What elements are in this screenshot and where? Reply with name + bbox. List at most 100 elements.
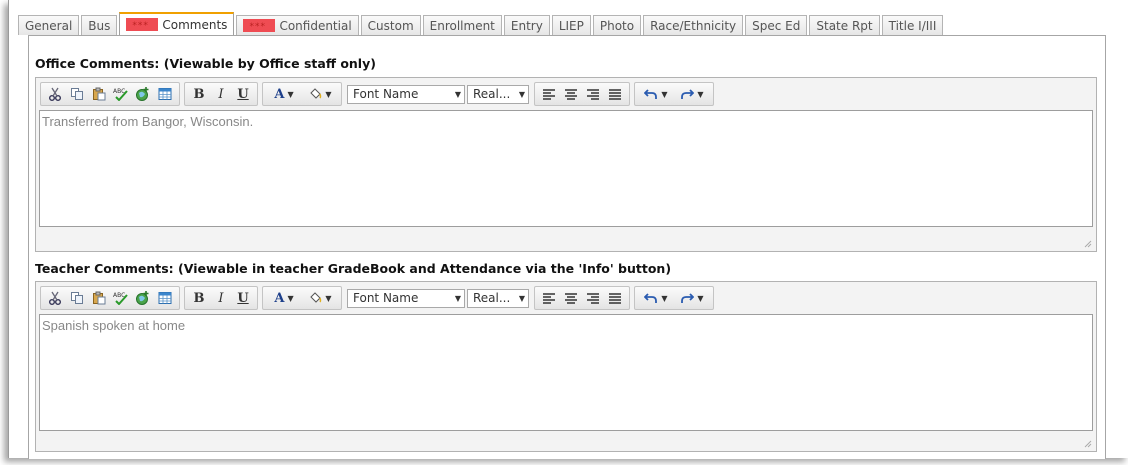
font-name-value: Font Name: [353, 87, 419, 101]
undo-button[interactable]: ▼: [638, 84, 674, 104]
font-name-select[interactable]: Font Name ▼: [347, 84, 465, 104]
dropdown-arrow-icon: ▼: [287, 293, 294, 303]
tab-label: Entry: [510, 18, 543, 33]
insert-link-icon[interactable]: [132, 84, 154, 104]
insert-link-icon[interactable]: [132, 288, 154, 308]
font-size-select[interactable]: Real... ▼: [467, 84, 529, 104]
spellcheck-icon[interactable]: ABC: [110, 288, 132, 308]
dropdown-arrow-icon: ▼: [454, 293, 461, 303]
tab-comments[interactable]: Comments: [119, 12, 235, 36]
redo-icon: [681, 89, 695, 99]
tab-strip: General Bus Comments Confidential Custom…: [18, 12, 945, 37]
tab-general[interactable]: General: [18, 15, 80, 35]
font-size-value: Real...: [473, 291, 511, 305]
undo-icon: [644, 89, 658, 99]
tab-label: Bus: [88, 18, 111, 33]
font-size-value: Real...: [473, 87, 511, 101]
toolbar-group-history: ▼ ▼: [634, 82, 714, 106]
tab-enrollment[interactable]: Enrollment: [422, 15, 502, 35]
tab-bus[interactable]: Bus: [81, 15, 118, 35]
align-center-icon[interactable]: [560, 288, 582, 308]
undo-button[interactable]: ▼: [638, 288, 674, 308]
align-right-icon[interactable]: [582, 288, 604, 308]
cut-icon[interactable]: [44, 84, 66, 104]
paint-bucket-icon: [310, 88, 322, 99]
tab-label: Enrollment: [429, 18, 495, 33]
redo-button[interactable]: ▼: [674, 288, 710, 308]
dropdown-arrow-icon: ▼: [518, 89, 525, 99]
tab-label: General: [25, 18, 73, 33]
font-name-value: Font Name: [353, 291, 419, 305]
tab-label: Race/Ethnicity: [650, 18, 737, 33]
dropdown-arrow-icon: ▼: [454, 89, 461, 99]
toolbar-group-edit: ABC: [40, 286, 180, 310]
toolbar-group-align: [534, 82, 630, 106]
dropdown-arrow-icon: ▼: [518, 293, 525, 303]
paste-icon[interactable]: [88, 84, 110, 104]
align-left-icon[interactable]: [538, 84, 560, 104]
toolbar-group-history: ▼ ▼: [634, 286, 714, 310]
editor-toolbar: ABC B I U A ▼ ▼ Font Name ▼ Real... ▼ ▼ …: [40, 82, 718, 106]
undo-icon: [644, 293, 658, 303]
dropdown-arrow-icon: ▼: [661, 293, 668, 303]
tab-confidential[interactable]: Confidential: [236, 15, 359, 37]
paste-icon[interactable]: [88, 288, 110, 308]
align-right-icon[interactable]: [582, 84, 604, 104]
teacher-comments-textarea[interactable]: Spanish spoken at home: [39, 314, 1093, 431]
teacher-comments-editor: ABC B I U A ▼ ▼ Font Name ▼ Real... ▼ ▼ …: [35, 281, 1097, 452]
highlight-color-button[interactable]: ▼: [302, 288, 338, 308]
tab-label: Custom: [367, 18, 414, 33]
toolbar-group-format: B I U: [184, 286, 258, 310]
resize-grip-icon[interactable]: [1083, 239, 1092, 248]
align-justify-icon[interactable]: [604, 288, 626, 308]
tab-label: Title I/III: [888, 18, 937, 33]
underline-button[interactable]: U: [232, 288, 254, 308]
insert-table-icon[interactable]: [154, 84, 176, 104]
office-comments-textarea[interactable]: Transferred from Bangor, Wisconsin.: [39, 110, 1093, 227]
font-color-button[interactable]: A ▼: [266, 288, 302, 308]
font-color-button[interactable]: A ▼: [266, 84, 302, 104]
highlight-color-button[interactable]: ▼: [302, 84, 338, 104]
tab-label: LIEP: [558, 18, 584, 33]
dropdown-arrow-icon: ▼: [287, 89, 294, 99]
resize-grip-icon[interactable]: [1083, 439, 1092, 448]
tab-photo[interactable]: Photo: [592, 15, 642, 35]
tab-race-ethnicity[interactable]: Race/Ethnicity: [643, 15, 744, 35]
tab-state-rpt[interactable]: State Rpt: [809, 15, 880, 35]
tab-entry[interactable]: Entry: [503, 15, 550, 35]
toolbar-group-align: [534, 286, 630, 310]
bold-button[interactable]: B: [188, 288, 210, 308]
tab-spec-ed[interactable]: Spec Ed: [745, 15, 808, 35]
dropdown-arrow-icon: ▼: [697, 89, 704, 99]
font-name-select[interactable]: Font Name ▼: [347, 288, 465, 308]
copy-icon[interactable]: [66, 84, 88, 104]
toolbar-group-edit: ABC: [40, 82, 180, 106]
tab-title-i-iii[interactable]: Title I/III: [881, 15, 944, 35]
dropdown-arrow-icon: ▼: [325, 293, 332, 303]
copy-icon[interactable]: [66, 288, 88, 308]
tab-label: Photo: [599, 18, 635, 33]
spellcheck-icon[interactable]: ABC: [110, 84, 132, 104]
bold-button[interactable]: B: [188, 84, 210, 104]
tab-custom[interactable]: Custom: [360, 15, 421, 35]
align-left-icon[interactable]: [538, 288, 560, 308]
underline-button[interactable]: U: [232, 84, 254, 104]
tab-label: Spec Ed: [752, 18, 801, 33]
cut-icon[interactable]: [44, 288, 66, 308]
teacher-comments-title: Teacher Comments: (Viewable in teacher G…: [35, 261, 672, 276]
redo-button[interactable]: ▼: [674, 84, 710, 104]
italic-button[interactable]: I: [210, 84, 232, 104]
italic-button[interactable]: I: [210, 288, 232, 308]
font-size-select[interactable]: Real... ▼: [467, 288, 529, 308]
tab-label: State Rpt: [816, 18, 873, 33]
insert-table-icon[interactable]: [154, 288, 176, 308]
tab-liep[interactable]: LIEP: [551, 15, 591, 35]
font-color-icon: A: [274, 86, 285, 102]
redo-icon: [681, 293, 695, 303]
toolbar-group-color: A ▼ ▼: [262, 286, 342, 310]
dropdown-arrow-icon: ▼: [697, 293, 704, 303]
align-justify-icon[interactable]: [604, 84, 626, 104]
align-center-icon[interactable]: [560, 84, 582, 104]
office-comments-title: Office Comments: (Viewable by Office sta…: [35, 56, 376, 71]
dropdown-arrow-icon: ▼: [325, 89, 332, 99]
